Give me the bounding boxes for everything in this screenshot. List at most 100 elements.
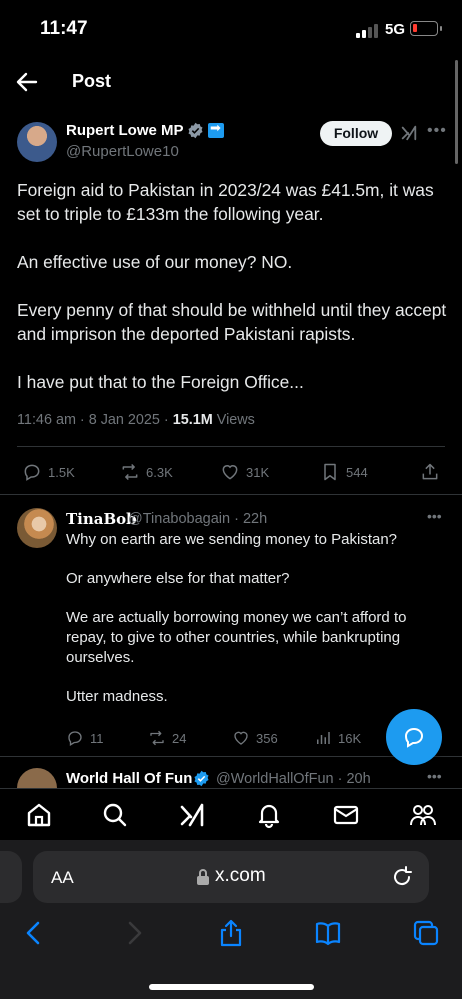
bottom-tab-bar (0, 788, 462, 840)
reader-settings-button[interactable]: AA (51, 868, 74, 888)
repost-button[interactable]: 24 (148, 726, 186, 750)
post-paragraph: Foreign aid to Pakistan in 2023/24 was £… (17, 180, 434, 224)
reply-author-handle[interactable]: @WorldHallOfFun · 20h (216, 771, 371, 787)
share-button[interactable] (420, 460, 440, 484)
url-text[interactable]: x.com (215, 865, 266, 887)
repost-button[interactable]: 6.3K (120, 460, 173, 484)
more-options-icon[interactable]: ••• (427, 768, 442, 784)
chevron-left-icon (26, 921, 40, 945)
network-label: 5G (385, 21, 406, 38)
reply-icon (68, 731, 82, 746)
avatar[interactable] (17, 768, 57, 788)
top-nav: Post (0, 62, 462, 102)
more-options-icon[interactable]: ••• (427, 122, 446, 140)
post-timestamp: 11:46 am · 8 Jan 2025 · 15.1M Views (17, 412, 255, 428)
scrollbar[interactable] (455, 60, 458, 164)
reply-body: Why on earth are we sending money to Pak… (66, 530, 436, 726)
tab-notifications[interactable] (255, 801, 283, 829)
like-count: 356 (256, 730, 278, 746)
avatar[interactable] (17, 122, 57, 162)
status-bar: 11:47 5G (0, 0, 462, 56)
chat-bubble-icon (404, 727, 424, 748)
home-icon (27, 803, 51, 827)
reply-button[interactable]: 11 (66, 726, 104, 750)
lock-icon (197, 869, 209, 885)
reply-author-name[interactable]: TinaBob (66, 510, 137, 528)
tabs-icon (413, 920, 439, 946)
browser-share-button[interactable] (217, 919, 245, 947)
bell-icon (258, 804, 280, 829)
browser-nav-buttons (0, 915, 462, 955)
like-button[interactable]: 31K (220, 460, 269, 484)
post-paragraph: An effective use of our money? NO. (17, 252, 293, 272)
views-count: 16K (338, 730, 362, 746)
like-button[interactable]: 356 (232, 726, 278, 750)
views-count[interactable]: 15.1M (173, 412, 213, 428)
views-label: Views (212, 412, 255, 428)
reload-icon[interactable] (391, 866, 413, 888)
more-options-icon[interactable]: ••• (427, 508, 442, 524)
author-handle[interactable]: @RupertLowe10 (66, 143, 179, 160)
divider (0, 494, 462, 495)
reply-icon (24, 464, 40, 481)
verified-badge-icon (194, 770, 209, 787)
bookmark-icon (324, 463, 336, 481)
author-name[interactable]: Rupert Lowe MP (66, 122, 184, 139)
post-actions: 1.5K 6.3K 31K 544 (0, 460, 462, 490)
reply-author-handle[interactable]: @Tinabobagain · 22h (128, 511, 267, 527)
page-title: Post (72, 71, 112, 91)
grok-icon (180, 803, 204, 827)
people-icon (410, 805, 436, 826)
reply-button[interactable]: 1.5K (22, 460, 75, 484)
home-indicator[interactable] (149, 984, 314, 990)
tabs-button[interactable] (412, 919, 440, 947)
reply-author-name[interactable]: World Hall Of Fun (66, 770, 192, 787)
affiliation-icon (208, 121, 224, 138)
search-icon (103, 803, 127, 827)
reply-paragraph: We are actually borrowing money we can’t… (66, 609, 407, 666)
tab-communities[interactable] (409, 801, 437, 829)
share-icon (422, 463, 438, 480)
browser-toolbar: AA x.com (0, 840, 462, 999)
reply-paragraph: Why on earth are we sending money to Pak… (66, 531, 398, 548)
heart-icon (222, 465, 238, 480)
timestamp-text: 11:46 am · 8 Jan 2025 · (17, 412, 173, 428)
reply-paragraph: Or anywhere else for that matter? (66, 570, 290, 587)
bookmark-count: 544 (346, 464, 368, 480)
address-bar[interactable]: AA x.com (33, 851, 429, 903)
divider (17, 446, 445, 447)
chevron-right-icon (128, 921, 142, 945)
avatar[interactable] (17, 508, 57, 548)
repost-icon (150, 730, 164, 746)
browser-back-button[interactable] (20, 919, 48, 947)
verified-badge-icon (188, 122, 203, 139)
battery-icon (410, 21, 442, 36)
tab-grok[interactable] (178, 801, 206, 829)
views-button[interactable]: 16K (314, 726, 361, 750)
back-arrow-icon[interactable] (16, 72, 38, 92)
heart-icon (234, 731, 248, 745)
repost-icon (122, 463, 138, 481)
bookmarks-button[interactable] (314, 919, 342, 947)
tab-home[interactable] (25, 801, 53, 829)
browser-forward-button[interactable] (120, 919, 148, 947)
follow-button[interactable]: Follow (320, 121, 392, 146)
bookmark-button[interactable]: 544 (320, 460, 368, 484)
book-icon (315, 922, 341, 946)
tab-search[interactable] (101, 801, 129, 829)
signal-icon (356, 24, 378, 38)
mail-icon (333, 805, 359, 825)
post-body: Foreign aid to Pakistan in 2023/24 was £… (17, 178, 447, 418)
analytics-icon (317, 732, 330, 744)
like-count: 31K (246, 464, 270, 480)
previous-tab-preview[interactable] (0, 851, 22, 903)
status-time: 11:47 (40, 18, 88, 39)
post-paragraph: Every penny of that should be withheld u… (17, 300, 447, 344)
tab-messages[interactable] (332, 801, 360, 829)
compose-button[interactable] (386, 709, 442, 765)
reply-count: 1.5K (48, 464, 75, 480)
reply-count: 11 (90, 730, 104, 746)
reply-paragraph: Utter madness. (66, 688, 168, 705)
grok-icon[interactable] (400, 124, 418, 142)
repost-count: 24 (172, 730, 187, 746)
